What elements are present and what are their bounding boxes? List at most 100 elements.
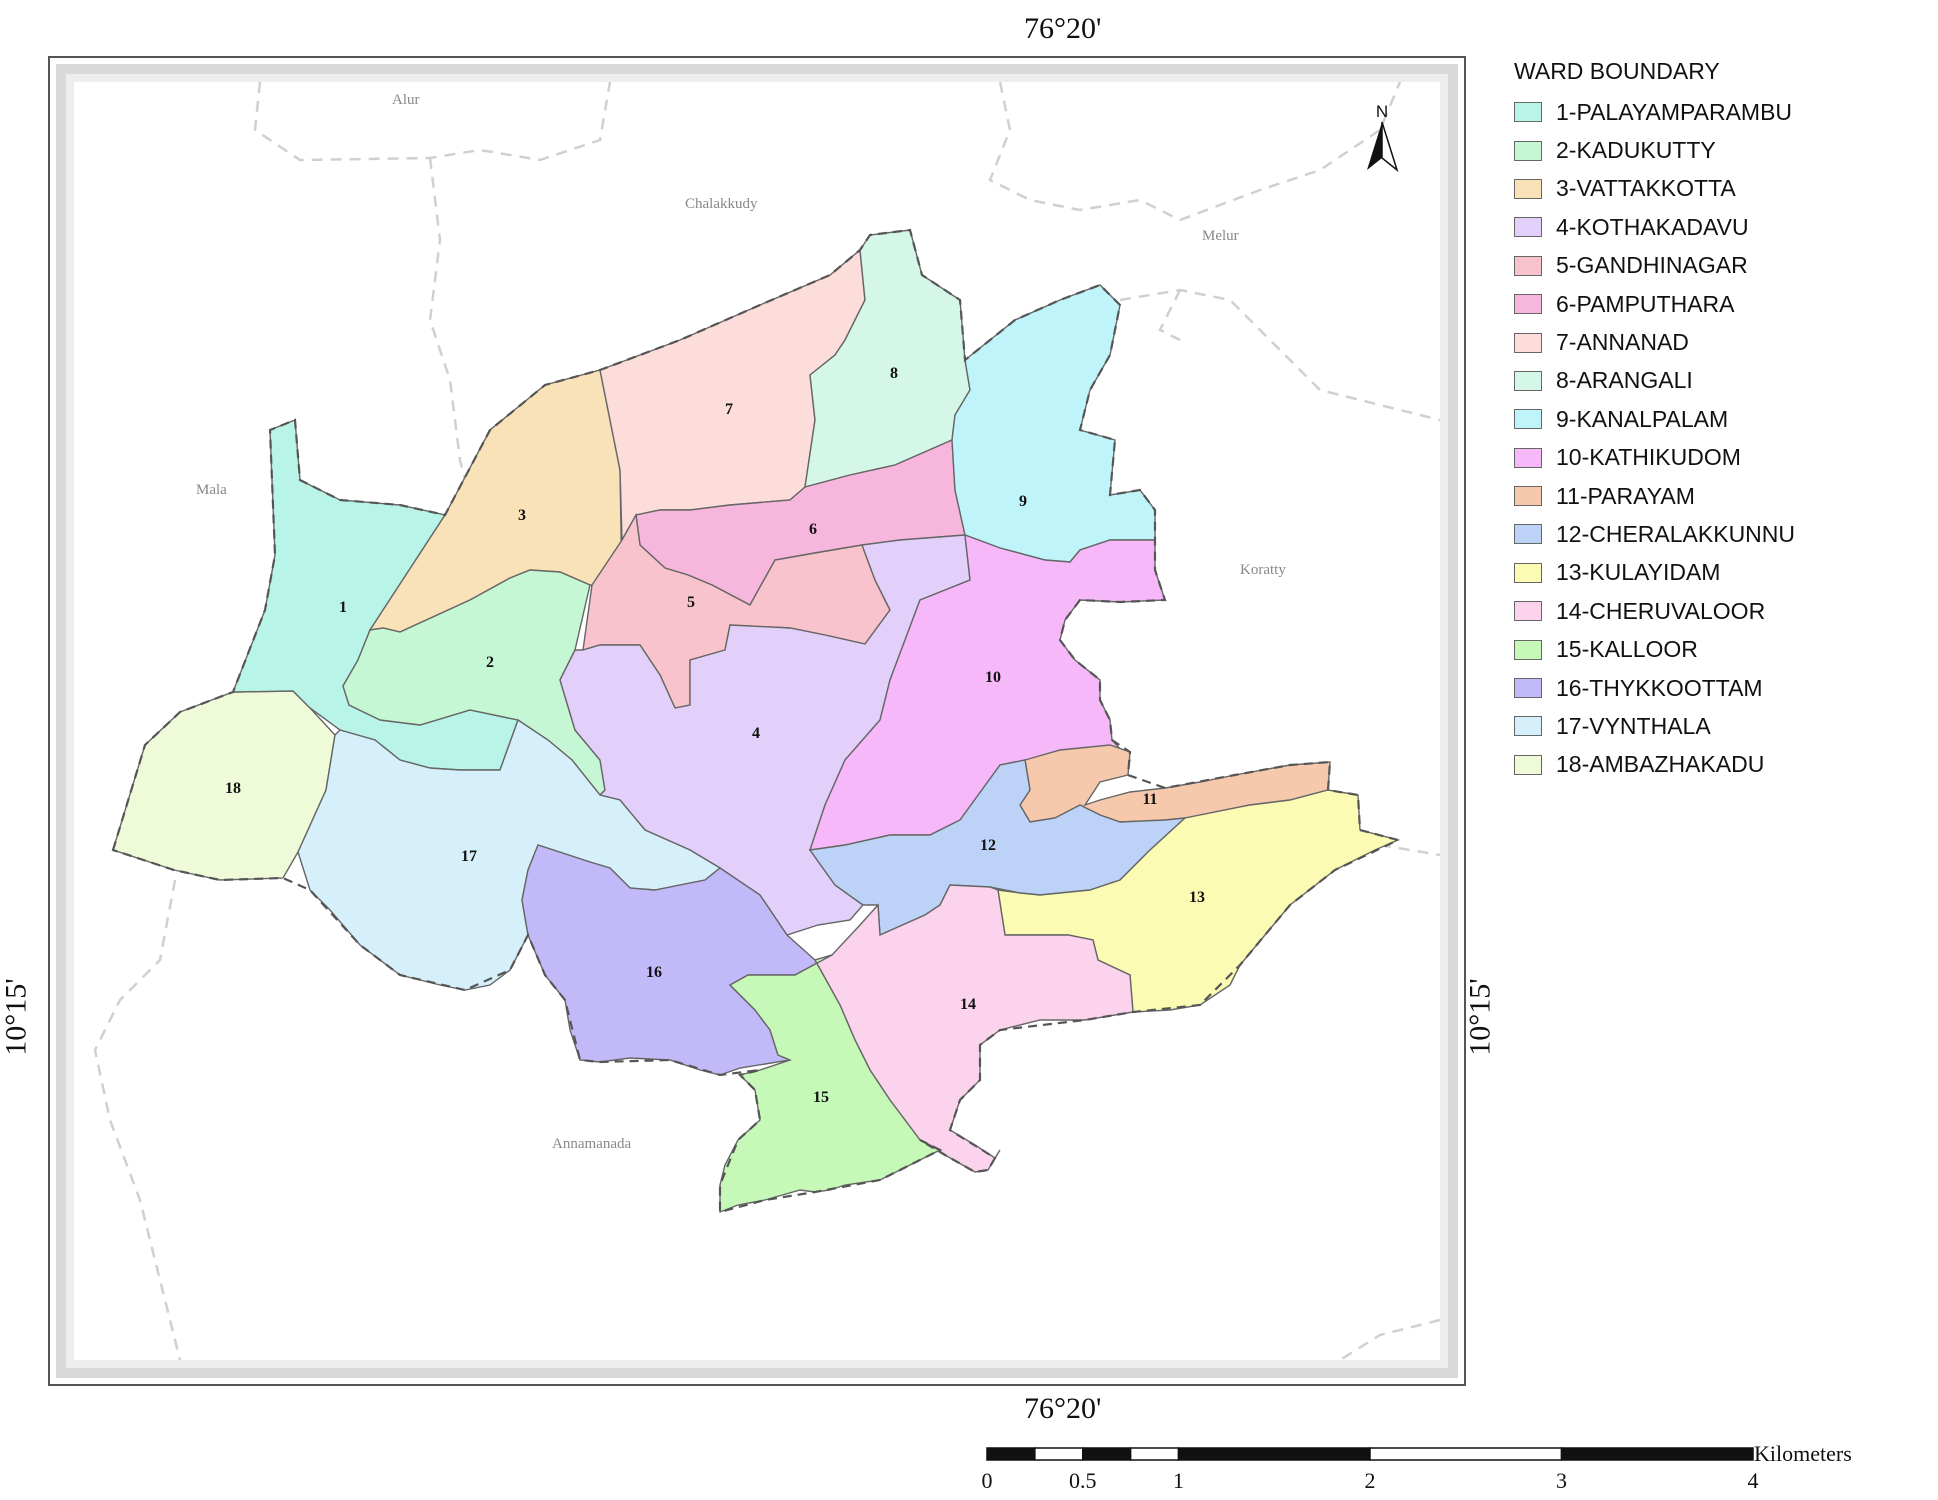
legend-label: 2-KADUKUTTY [1556, 137, 1716, 164]
legend-label: 15-KALLOOR [1556, 636, 1698, 663]
ward-label-18: 18 [225, 780, 241, 797]
scale-bar-tick-label: 0.5 [1069, 1468, 1097, 1493]
legend-item: 9-KANALPALAM [1514, 400, 1795, 438]
scale-bar-segment [1177, 1447, 1371, 1461]
legend-swatch [1514, 409, 1542, 430]
scale-bar-segment [1082, 1447, 1132, 1461]
coord-bottom: 76°20' [1024, 1392, 1102, 1425]
legend-swatch [1514, 294, 1542, 315]
scale-bar-tick-label: 1 [1173, 1468, 1184, 1493]
legend-item: 11-PARAYAM [1514, 477, 1795, 515]
ward-label-4: 4 [752, 725, 760, 742]
legend-item: 2-KADUKUTTY [1514, 131, 1795, 169]
legend-item: 7-ANNANAD [1514, 323, 1795, 361]
legend-item: 18-AMBAZHAKADU [1514, 746, 1795, 784]
legend-swatch [1514, 524, 1542, 545]
legend-swatch [1514, 178, 1542, 199]
legend-item: 3-VATTAKKOTTA [1514, 170, 1795, 208]
scale-bar-segment [1369, 1447, 1563, 1461]
legend-label: 11-PARAYAM [1556, 482, 1695, 509]
scale-bar-segment [986, 1447, 1036, 1461]
legend-swatch [1514, 102, 1542, 123]
legend-item: 15-KALLOOR [1514, 630, 1795, 668]
legend-label: 12-CHERALAKKUNNU [1556, 520, 1796, 547]
place-annamanada: Annamanada [552, 1136, 631, 1152]
legend-swatch [1514, 678, 1542, 699]
scale-bar-segment [1560, 1447, 1754, 1461]
ward-label-17: 17 [461, 848, 477, 865]
scale-bar-segment [1034, 1447, 1084, 1461]
legend-label: 5-GANDHINAGAR [1556, 252, 1748, 279]
ward-label-10: 10 [985, 669, 1001, 686]
north-arrow-label: N [1376, 102, 1388, 121]
legend-label: 9-KANALPALAM [1556, 405, 1729, 432]
ward-label-2: 2 [486, 654, 494, 671]
legend-label: 13-KULAYIDAM [1556, 559, 1721, 586]
coord-top: 76°20' [1024, 12, 1102, 45]
ward-label-11: 11 [1142, 791, 1157, 808]
legend-swatch [1514, 447, 1542, 468]
legend-swatch [1514, 562, 1542, 583]
ward-label-6: 6 [809, 521, 817, 538]
legend-label: 10-KATHIKUDOM [1556, 444, 1741, 471]
place-mala: Mala [196, 482, 227, 498]
legend-swatch [1514, 601, 1542, 622]
place-parakkadavu: Parakkadavu [1342, 1363, 1420, 1379]
legend-item: 12-CHERALAKKUNNU [1514, 515, 1795, 553]
legend-label: 1-PALAYAMPARAMBU [1556, 98, 1793, 125]
legend-swatch [1514, 486, 1542, 507]
ward-label-15: 15 [813, 1089, 829, 1106]
ward-label-9: 9 [1019, 493, 1027, 510]
ward-label-12: 12 [980, 837, 996, 854]
legend-item: 4-KOTHAKADAVU [1514, 208, 1795, 246]
legend: WARD BOUNDARY 1-PALAYAMPARAMBU 2-KADUKUTT… [1514, 58, 1795, 784]
legend-item: 8-ARANGALI [1514, 362, 1795, 400]
legend-swatch [1514, 639, 1542, 660]
legend-label: 18-AMBAZHAKADU [1556, 751, 1765, 778]
legend-title: WARD BOUNDARY [1514, 58, 1720, 84]
legend-item: 14-CHERUVALOOR [1514, 592, 1795, 630]
legend-item: 16-THYKKOOTTAM [1514, 669, 1795, 707]
scale-bar-tick-label: 3 [1556, 1468, 1567, 1493]
legend-label: 6-PAMPUTHARA [1556, 290, 1735, 317]
place-chalakkudy: Chalakkudy [685, 196, 758, 212]
legend-swatch [1514, 332, 1542, 353]
legend-item: 5-GANDHINAGAR [1514, 247, 1795, 285]
legend-items: 1-PALAYAMPARAMBU 2-KADUKUTTY 3-VATTAKKOTTA… [1514, 93, 1795, 784]
place-alur: Alur [392, 92, 420, 108]
legend-item: 10-KATHIKUDOM [1514, 439, 1795, 477]
legend-item: 13-KULAYIDAM [1514, 554, 1795, 592]
legend-label: 4-KOTHAKADAVU [1556, 213, 1749, 240]
ward-label-16: 16 [646, 964, 662, 981]
ward-label-8: 8 [890, 365, 898, 382]
coord-left: 10°15' [0, 978, 33, 1056]
legend-swatch [1514, 140, 1542, 161]
legend-label: 7-ANNANAD [1556, 329, 1689, 356]
scale-bar-tick-label: 2 [1365, 1468, 1376, 1493]
ward-label-1: 1 [339, 599, 347, 616]
legend-swatch [1514, 754, 1542, 775]
legend-swatch [1514, 370, 1542, 391]
legend-swatch [1514, 217, 1542, 238]
legend-label: 14-CHERUVALOOR [1556, 597, 1766, 624]
legend-label: 16-THYKKOOTTAM [1556, 674, 1763, 701]
ward-label-5: 5 [687, 594, 695, 611]
ward-label-14: 14 [960, 996, 976, 1013]
legend-item: 6-PAMPUTHARA [1514, 285, 1795, 323]
coord-right: 10°15' [1463, 978, 1497, 1056]
legend-item: 1-PALAYAMPARAMBU [1514, 93, 1795, 131]
ward-label-7: 7 [725, 401, 733, 418]
legend-item: 17-VYNTHALA [1514, 707, 1795, 745]
place-koratty: Koratty [1240, 562, 1286, 578]
ward-label-3: 3 [518, 507, 526, 524]
scale-bar-unit: Kilometers [1754, 1441, 1852, 1466]
legend-swatch [1514, 255, 1542, 276]
legend-label: 17-VYNTHALA [1556, 712, 1711, 739]
legend-label: 3-VATTAKKOTTA [1556, 175, 1736, 202]
scale-bar-segment [1129, 1447, 1180, 1461]
ward-label-13: 13 [1189, 889, 1205, 906]
scale-bar-tick-label: 0 [982, 1468, 993, 1493]
legend-label: 8-ARANGALI [1556, 367, 1693, 394]
legend-swatch [1514, 716, 1542, 737]
scale-bar-tick-label: 4 [1748, 1468, 1759, 1493]
